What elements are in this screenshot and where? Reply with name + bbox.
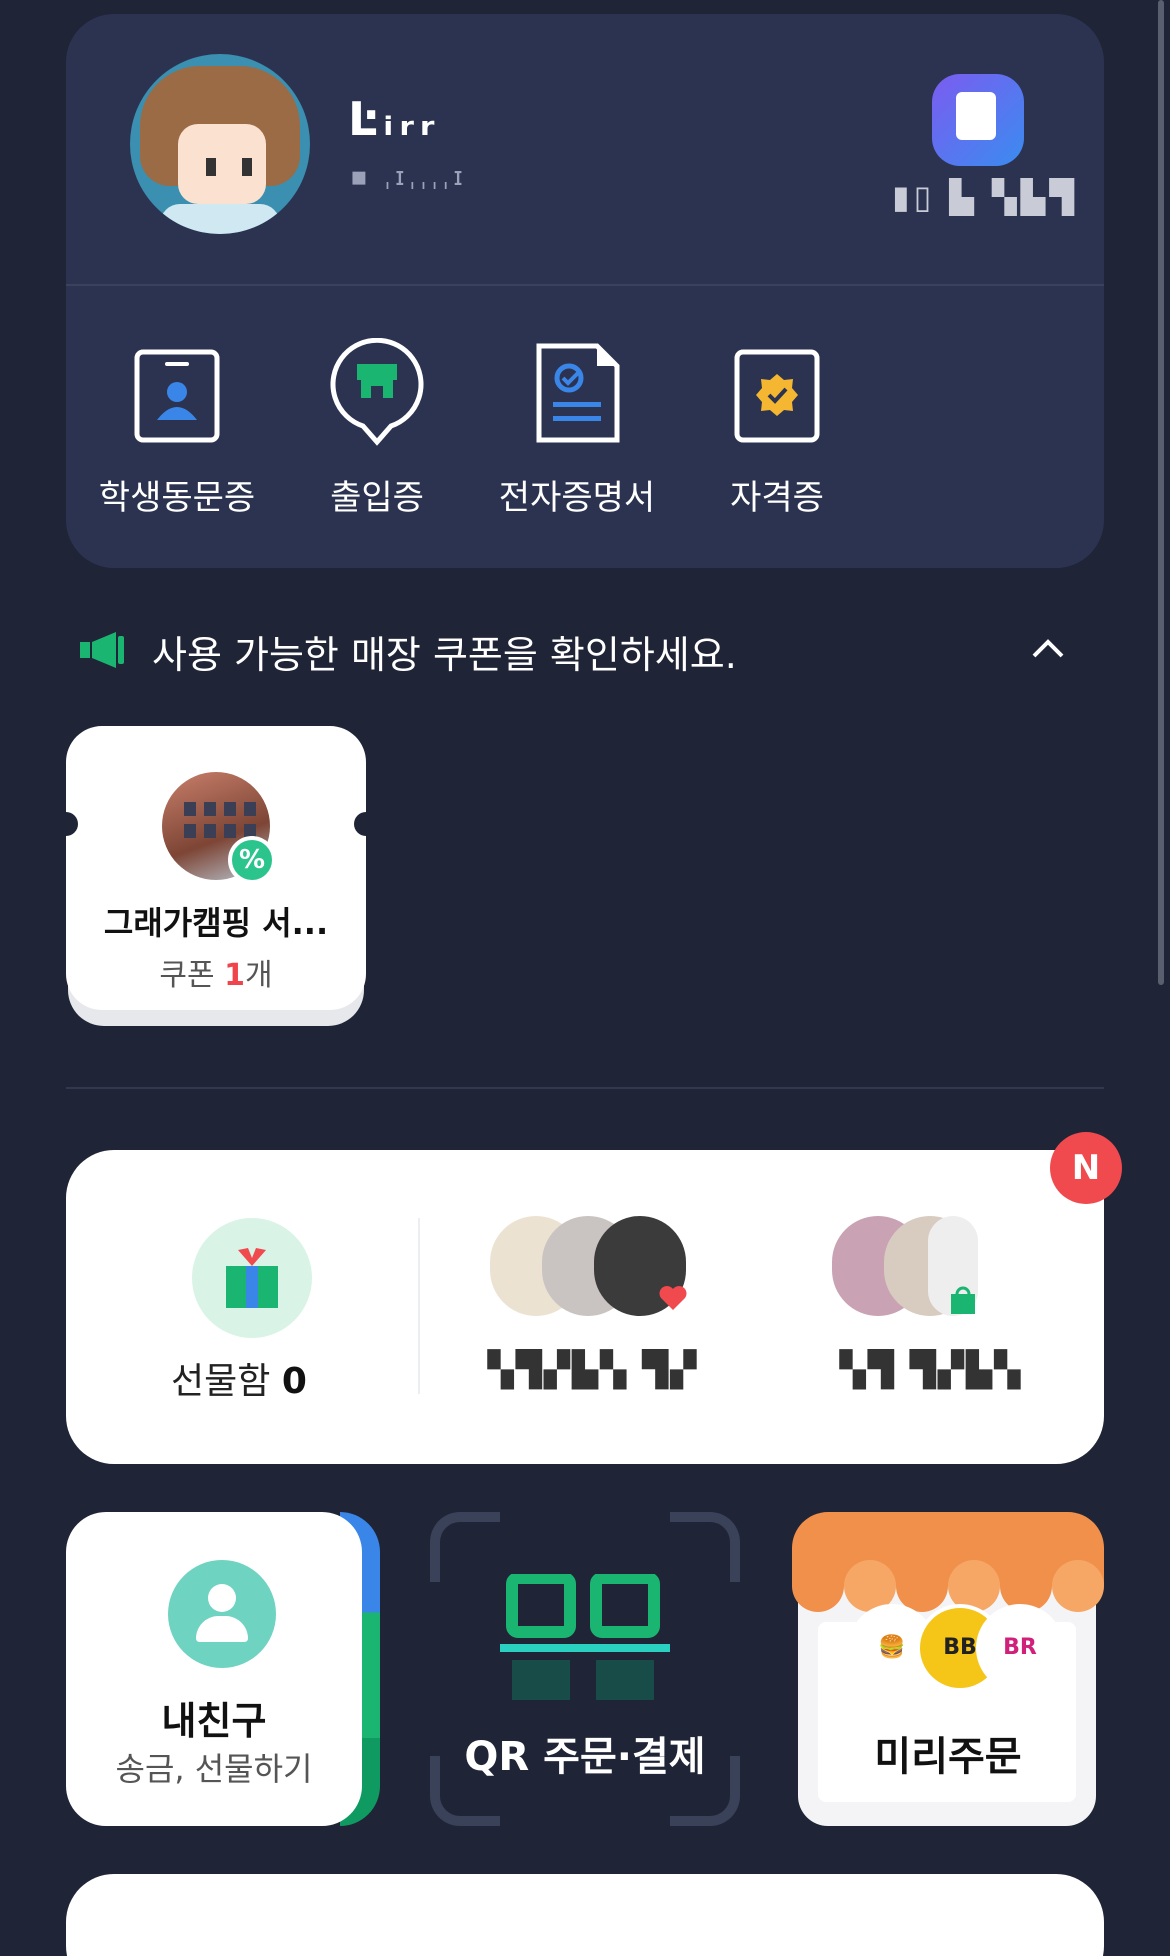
gift-box-label: 선물함 0	[171, 1361, 307, 1402]
coupon-notice[interactable]: 사용 가능한 매장 쿠폰을 확인하세요.	[80, 622, 1090, 682]
gift-icon	[192, 1218, 312, 1338]
product-thumbnails	[490, 1216, 690, 1316]
quick-student-id[interactable]: 학생동문증	[72, 338, 282, 519]
gift-menu-2[interactable]: ▚▜▞▙▚ ▜▞	[420, 1150, 766, 1464]
qr-title: QR 주문·결제	[464, 1734, 706, 1780]
gift-menu-label: ▚▜▞▙▚ ▜▞	[487, 1350, 699, 1390]
coupon-count: 쿠폰 1개	[159, 958, 273, 993]
divider	[66, 284, 1104, 286]
access-pass-icon	[329, 337, 425, 448]
point-text[interactable]: ▮▯ ▙ ▚▙▜	[892, 178, 1078, 216]
qr-order-pay-tile[interactable]: QR 주문·결제	[430, 1512, 740, 1826]
student-id-icon	[129, 338, 225, 448]
notice-text: 사용 가능한 매장 쿠폰을 확인하세요.	[152, 633, 737, 677]
coupon-store-name: 그래가캠핑 서...	[103, 904, 329, 942]
quick-e-certificate[interactable]: 전자증명서	[472, 338, 682, 519]
next-section-card	[66, 1874, 1104, 1956]
gift-menu-label: ▚▜ ▜▞▙▚	[839, 1350, 1023, 1390]
section-divider	[66, 1087, 1104, 1089]
avatar[interactable]	[130, 54, 310, 234]
gift-box-button[interactable]: 선물함 0	[66, 1150, 412, 1464]
shopping-bag-icon	[951, 1286, 975, 1314]
new-badge: N	[1050, 1132, 1122, 1204]
scrollbar[interactable]	[1158, 0, 1164, 985]
quick-label: 전자증명서	[498, 478, 656, 518]
friends-subtitle: 송금, 선물하기	[115, 1750, 313, 1788]
megaphone-icon	[80, 632, 124, 668]
license-icon	[729, 338, 825, 448]
friends-title: 내친구	[161, 1699, 267, 1743]
person-icon	[168, 1560, 276, 1668]
quick-label: 자격증	[730, 478, 824, 518]
pre-order-title: 미리주문	[874, 1734, 1022, 1780]
gift-menu-3[interactable]: ▚▜ ▜▞▙▚	[758, 1150, 1104, 1464]
my-friends-tile[interactable]: 내친구 송금, 선물하기	[66, 1512, 380, 1826]
point-icon[interactable]	[932, 74, 1024, 166]
qr-code-icon	[500, 1574, 670, 1700]
profile-card: Ŀᵢᵣᵣ ▪ ˌɪˌˌˌˌɪ ▮▯ ▙ ▚▙▜ 학생동문증 출입증 전자증명서 …	[66, 14, 1104, 568]
quick-label: 학생동문증	[98, 478, 256, 518]
user-name: Ŀᵢᵣᵣ	[348, 92, 441, 146]
pre-order-tile[interactable]: 🍔 BB BR 미리주문	[792, 1512, 1104, 1826]
quick-access-pass[interactable]: 출입증	[272, 337, 482, 519]
product-thumbnails	[832, 1216, 1032, 1316]
heart-icon	[659, 1286, 687, 1310]
e-certificate-icon	[529, 338, 625, 448]
coupon-card[interactable]: % 그래가캠핑 서... 쿠폰 1개	[54, 726, 378, 1026]
chevron-up-icon[interactable]	[1028, 628, 1068, 668]
quick-license[interactable]: 자격증	[672, 338, 882, 519]
br-brand-logo: BR	[976, 1604, 1064, 1692]
discount-badge: %	[228, 836, 276, 884]
quick-label: 출입증	[330, 478, 424, 518]
gift-card: 선물함 0 ▚▜▞▙▚ ▜▞ ▚▜ ▜▞▙▚	[66, 1150, 1104, 1464]
user-subtitle: ▪ ˌɪˌˌˌˌɪ	[350, 162, 467, 192]
